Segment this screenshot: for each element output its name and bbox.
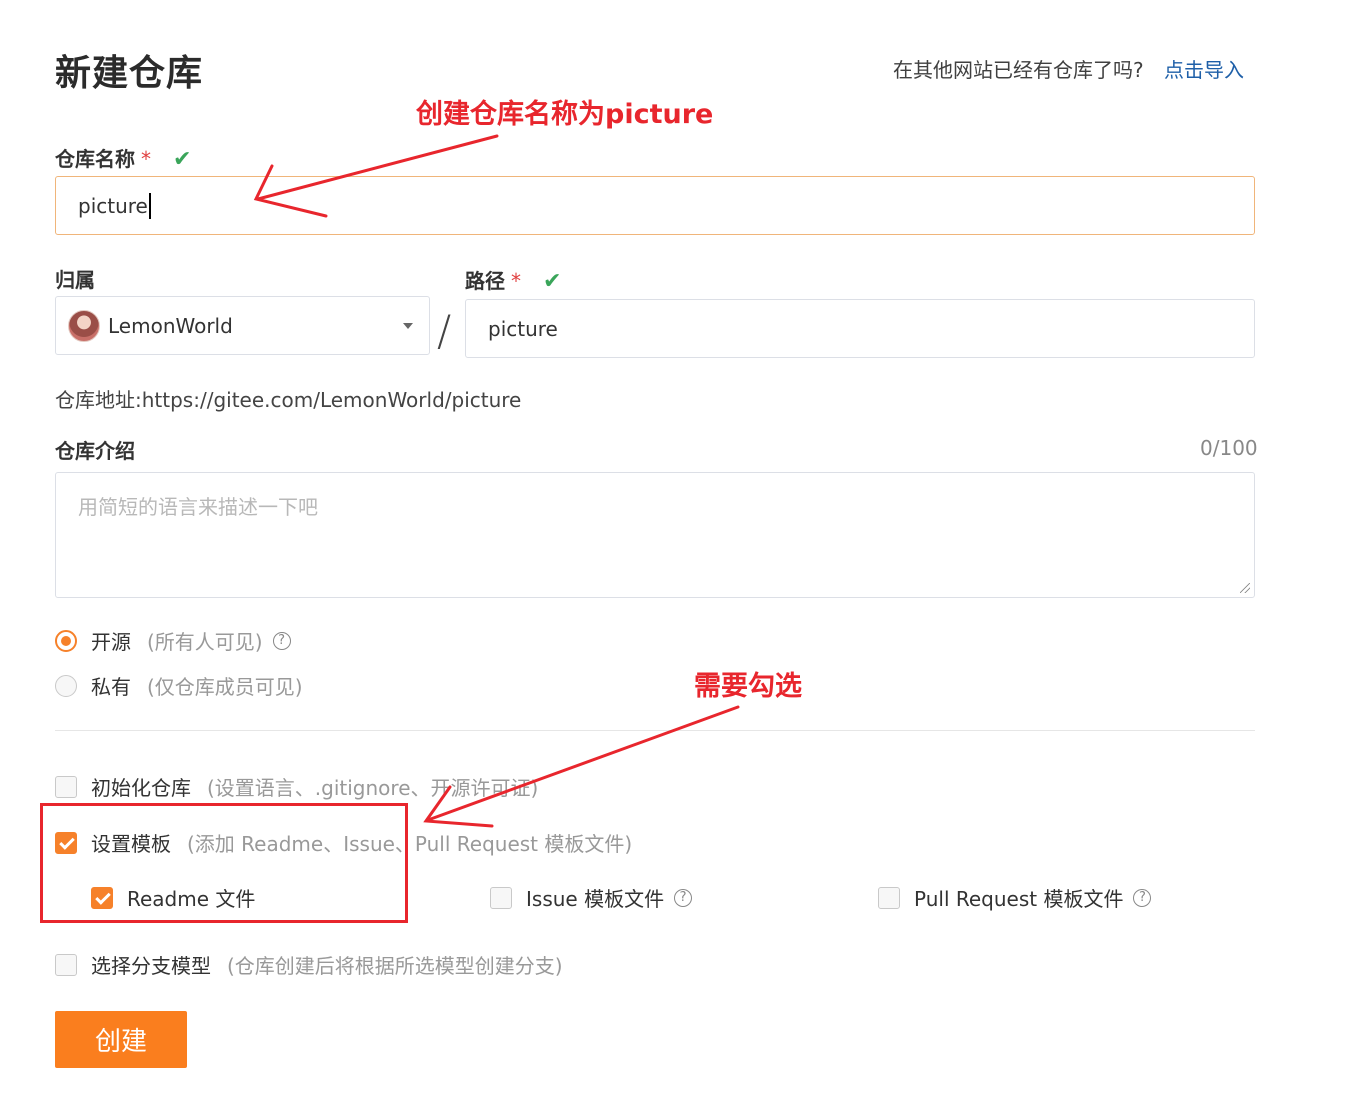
owner-label: 归属: [55, 268, 95, 292]
help-icon[interactable]: ?: [1133, 888, 1152, 907]
visibility-private-hint: (仅仓库成员可见): [147, 675, 303, 699]
description-counter: 0/100: [1200, 436, 1258, 460]
radio-private[interactable]: [55, 674, 77, 697]
annotation-highlight-box: [40, 803, 408, 923]
repo-name-value: picture: [78, 193, 148, 218]
path-label: 路径 * ✔: [465, 265, 561, 294]
init-repo-hint: (设置语言、.gitignore、开源许可证): [207, 776, 539, 800]
branch-model-checkbox[interactable]: [55, 953, 77, 976]
import-prompt: 在其他网站已经有仓库了吗?: [893, 58, 1144, 82]
branch-model-hint: (仓库创建后将根据所选模型创建分支): [227, 954, 563, 978]
path-label-text: 路径: [465, 269, 505, 293]
issue-checkbox[interactable]: [490, 886, 512, 909]
path-input[interactable]: picture: [465, 299, 1255, 358]
repo-address-value: https://gitee.com/LemonWorld/picture: [141, 388, 522, 412]
init-repo-label: 初始化仓库: [91, 776, 191, 800]
owner-select[interactable]: LemonWorld: [55, 296, 430, 355]
visibility-private-option[interactable]: 私有 (仅仓库成员可见): [55, 671, 303, 700]
avatar: [68, 309, 100, 342]
path-value: picture: [488, 316, 558, 341]
valid-check-icon: ✔: [173, 147, 192, 172]
page-title: 新建仓库: [55, 53, 204, 94]
arrow-shaft-check: [426, 705, 740, 822]
create-button[interactable]: 创建: [55, 1011, 187, 1068]
description-textarea[interactable]: 用简短的语言来描述一下吧: [55, 472, 1255, 598]
path-separator: /: [437, 306, 452, 355]
radio-public[interactable]: [55, 629, 77, 652]
repo-name-input[interactable]: picture: [55, 176, 1255, 235]
visibility-private-label: 私有: [91, 675, 131, 699]
repo-name-label-text: 仓库名称: [55, 147, 135, 171]
import-link[interactable]: 点击导入: [1164, 58, 1244, 82]
pr-checkbox[interactable]: [878, 886, 900, 909]
valid-check-icon: ✔: [543, 269, 562, 294]
description-placeholder: 用简短的语言来描述一下吧: [78, 495, 318, 519]
visibility-public-option[interactable]: 开源 (所有人可见) ?: [55, 626, 291, 655]
resize-handle-icon[interactable]: [1240, 583, 1250, 593]
visibility-public-label: 开源: [91, 630, 131, 654]
chevron-down-icon: [403, 323, 413, 329]
pr-template-option[interactable]: Pull Request 模板文件 ?: [878, 883, 1152, 912]
text-caret: [148, 192, 151, 219]
branch-model-label: 选择分支模型: [91, 954, 211, 978]
description-label: 仓库介绍: [55, 439, 135, 463]
annotation-name-note: 创建仓库名称为picture: [416, 99, 714, 130]
help-icon[interactable]: ?: [272, 631, 291, 650]
required-mark: *: [511, 269, 521, 293]
owner-value: LemonWorld: [108, 313, 233, 338]
annotation-check-note: 需要勾选: [694, 671, 802, 702]
required-mark: *: [141, 147, 151, 171]
branch-model-option[interactable]: 选择分支模型 (仓库创建后将根据所选模型创建分支): [55, 950, 563, 979]
help-icon[interactable]: ?: [674, 888, 693, 907]
import-hint: 在其他网站已经有仓库了吗? 点击导入: [893, 54, 1244, 83]
repo-name-label: 仓库名称 * ✔: [55, 143, 191, 172]
repo-address-label: 仓库地址:: [55, 388, 142, 412]
issue-template-option[interactable]: Issue 模板文件 ?: [490, 883, 693, 912]
divider: [55, 730, 1255, 731]
init-repo-option[interactable]: 初始化仓库 (设置语言、.gitignore、开源许可证): [55, 772, 538, 801]
visibility-public-hint: (所有人可见): [147, 630, 263, 654]
init-repo-checkbox[interactable]: [55, 775, 77, 798]
issue-label: Issue 模板文件: [526, 887, 665, 911]
pr-label: Pull Request 模板文件: [914, 887, 1124, 911]
repo-address: 仓库地址:https://gitee.com/LemonWorld/pictur…: [55, 384, 521, 413]
